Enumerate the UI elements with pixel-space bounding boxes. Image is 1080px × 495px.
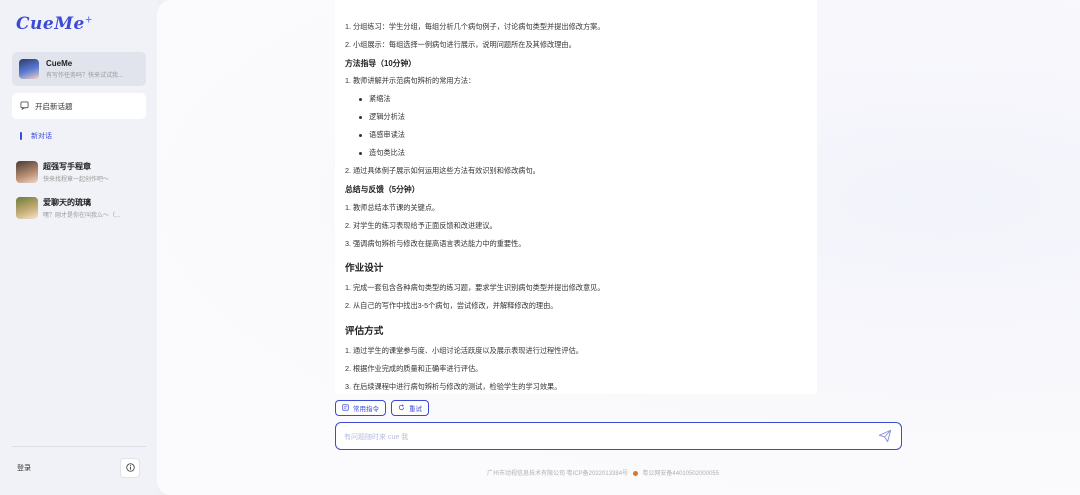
app-logo[interactable]: CueMe+ — [16, 14, 93, 34]
footer: 广州市动视信息技术有限公司 粤ICP备2022013384号 粤公网安备4401… — [487, 468, 719, 477]
bullet-item: 语感审读法 — [359, 130, 405, 140]
subsection-heading: 方法指导（10分钟） — [345, 59, 417, 68]
agent-avatar — [19, 59, 39, 79]
content-line: 2. 从自己的写作中找出3-5个病句，尝试修改，并解释修改的理由。 — [345, 301, 558, 310]
history-title: 爱聊天的琉璃 — [43, 198, 91, 207]
active-indicator — [20, 132, 22, 140]
new-topic-button[interactable]: 开启新话题 — [12, 93, 146, 119]
content-line: 3. 在后续课程中进行病句辨析与修改的测试，检验学生的学习效果。 — [345, 382, 562, 391]
history-subtitle: 快来找程章一起创作吧～ — [43, 177, 110, 183]
chat-input[interactable] — [344, 430, 864, 444]
bullet-item: 紧缩法 — [359, 94, 391, 104]
footer-police[interactable]: 粤公网安备44010502000055 — [642, 471, 719, 477]
history-avatar — [16, 197, 38, 219]
history-title: 超强写手程章 — [43, 162, 91, 171]
common-commands-label: 常用指令 — [353, 406, 379, 413]
info-icon — [125, 463, 135, 473]
main-area: 1. 分组练习：学生分组，每组分析几个病句例子，讨论病句类型并提出修改方案。 2.… — [157, 0, 1080, 495]
agent-subtitle: 有写作任务吗？快来试试我... — [46, 73, 124, 79]
logo-mark: + — [84, 15, 93, 26]
login-link[interactable]: 登录 — [17, 463, 31, 473]
retry-label: 重试 — [409, 406, 422, 413]
refresh-icon — [398, 403, 405, 413]
section-heading: 评估方式 — [345, 326, 384, 337]
new-chat-item[interactable]: 新对话 — [20, 131, 52, 141]
new-topic-label: 开启新话题 — [35, 101, 73, 111]
sidebar: CueMe+ CueMe 有写作任务吗？快来试试我... 开启新话题 新对话 超… — [0, 0, 157, 495]
police-badge-icon — [632, 470, 638, 476]
content-line: 2. 对学生的练习表现给予正面反馈和改进建议。 — [345, 221, 497, 230]
content-line: 1. 通过学生的课堂参与度、小组讨论活跃度以及展示表现进行过程性评估。 — [345, 346, 583, 355]
command-icon — [342, 403, 349, 413]
logo-text: CueMe — [16, 14, 85, 34]
chat-input-box — [335, 422, 902, 450]
history-avatar — [16, 161, 38, 183]
agent-card-cueme[interactable]: CueMe 有写作任务吗？快来试试我... — [12, 52, 146, 86]
content-line: 2. 根据作业完成的质量和正确率进行评估。 — [345, 364, 483, 373]
retry-button[interactable]: 重试 — [391, 400, 429, 416]
new-chat-label: 新对话 — [31, 133, 52, 140]
section-heading: 作业设计 — [345, 263, 384, 274]
bullet-item: 逻辑分析法 — [359, 112, 405, 122]
bullet-item: 造句类比法 — [359, 148, 405, 158]
response-content: 1. 分组练习：学生分组，每组分析几个病句例子，讨论病句类型并提出修改方案。 2.… — [335, 0, 817, 394]
content-line: 1. 教师总结本节课的关键点。 — [345, 203, 440, 212]
subsection-heading: 总结与反馈（5分钟） — [345, 185, 420, 194]
common-commands-button[interactable]: 常用指令 — [335, 400, 386, 416]
content-line: 1. 完成一套包含各种病句类型的练习题，要求学生识别病句类型并提出修改意见。 — [345, 283, 605, 292]
content-line: 1. 教师讲解并示范病句辨析的常用方法： — [345, 76, 476, 85]
content-line: 2. 通过具体例子展示如何运用这些方法有效识别和修改病句。 — [345, 166, 540, 175]
send-icon[interactable] — [878, 429, 892, 443]
content-line: 1. 分组练习：学生分组，每组分析几个病句例子，讨论病句类型并提出修改方案。 — [345, 22, 605, 31]
history-item-chengzhang[interactable]: 超强写手程章 快来找程章一起创作吧～ — [16, 160, 146, 184]
content-line: 3. 强调病句辨析与修改在提高语言表达能力中的重要性。 — [345, 239, 526, 248]
chat-plus-icon — [20, 100, 29, 112]
footer-company[interactable]: 广州市动视信息技术有限公司 粤ICP备2022013384号 — [487, 471, 628, 477]
info-button[interactable] — [120, 458, 140, 478]
history-subtitle: 嘿？刚才是你在叫我么～（... — [43, 213, 121, 219]
content-line: 2. 小组展示：每组选择一例病句进行展示，说明问题所在及其修改理由。 — [345, 40, 576, 49]
history-item-liuli[interactable]: 爱聊天的琉璃 嘿？刚才是你在叫我么～（... — [16, 196, 146, 220]
sidebar-divider — [12, 446, 146, 447]
agent-name: CueMe — [46, 59, 73, 68]
